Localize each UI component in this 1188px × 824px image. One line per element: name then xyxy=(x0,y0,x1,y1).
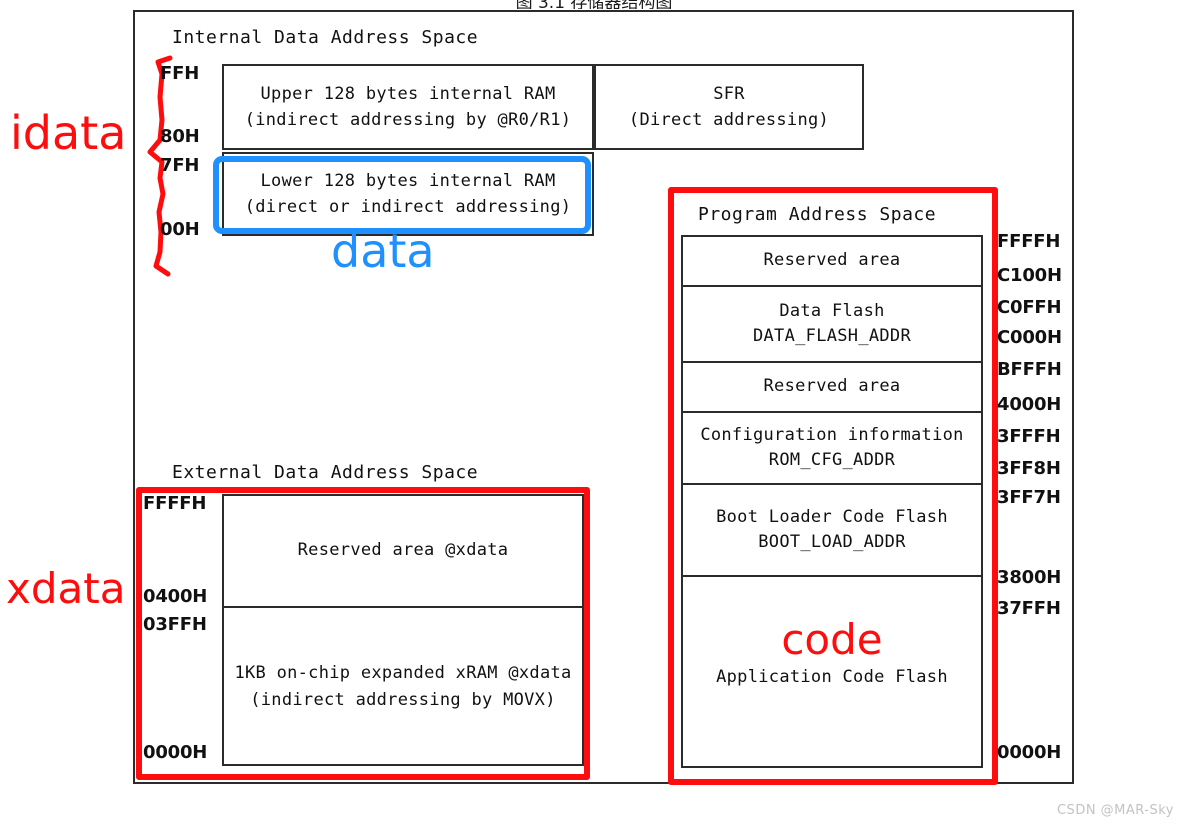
annotation-xdata: xdata xyxy=(6,564,126,613)
prog-row-4-line2: BOOT_LOAD_ADDR xyxy=(758,532,906,552)
xdata-row-1-line1: 1KB on-chip expanded xRAM @xdata xyxy=(234,662,572,683)
prog-row-2-line1: Reserved area xyxy=(763,376,901,397)
prog-row-config-info: Configuration information ROM_CFG_ADDR xyxy=(683,413,981,485)
program-addr-BFFFH: BFFFH xyxy=(997,359,1062,380)
program-addr-C0FFH: C0FFH xyxy=(997,297,1062,318)
xdata-row-0-line1: Reserved area @xdata xyxy=(297,540,509,561)
internal-addr-FFH: FFH xyxy=(160,63,200,84)
prog-row-4-line1: Boot Loader Code Flash xyxy=(716,506,948,527)
annotation-idata: idata xyxy=(10,106,127,160)
xdata-row-1-line2: (indirect addressing by MOVX) xyxy=(250,690,556,710)
prog-row-1-line1: Data Flash xyxy=(779,300,885,321)
internal-data-space-title: Internal Data Address Space xyxy=(172,27,479,48)
prog-row-5-line1: Application Code Flash xyxy=(716,667,948,687)
xdata-memory-table: Reserved area @xdata 1KB on-chip expande… xyxy=(222,494,584,766)
upper-internal-ram-line1: Upper 128 bytes internal RAM xyxy=(260,83,556,104)
internal-addr-7FH: 7FH xyxy=(160,155,200,176)
prog-row-3-line2: ROM_CFG_ADDR xyxy=(768,450,896,470)
program-memory-table: Reserved area Data Flash DATA_FLASH_ADDR… xyxy=(681,235,983,768)
xdata-row-reserved: Reserved area @xdata xyxy=(224,496,582,608)
internal-addr-80H: 80H xyxy=(160,126,200,147)
prog-row-1-line2: DATA_FLASH_ADDR xyxy=(752,326,912,346)
external-addr-FFFFH: FFFFH xyxy=(143,493,207,514)
lower-internal-ram-line1: Lower 128 bytes internal RAM xyxy=(260,170,556,191)
annotation-data: data xyxy=(331,224,435,278)
upper-internal-ram-box: Upper 128 bytes internal RAM (indirect a… xyxy=(222,64,594,150)
prog-row-application-code: code Application Code Flash xyxy=(683,577,981,770)
program-addr-3800H: 3800H xyxy=(997,567,1062,588)
program-addr-4000H: 4000H xyxy=(997,394,1062,415)
prog-row-boot-loader: Boot Loader Code Flash BOOT_LOAD_ADDR xyxy=(683,485,981,577)
program-addr-3FF8H: 3FF8H xyxy=(997,458,1061,479)
internal-addr-00H: 00H xyxy=(160,219,200,240)
external-addr-0400H: 0400H xyxy=(143,586,208,607)
program-addr-C100H: C100H xyxy=(997,265,1062,286)
program-addr-3FFFH: 3FFFH xyxy=(997,426,1061,447)
external-data-space-title: External Data Address Space xyxy=(172,462,479,483)
lower-internal-ram-line2: (direct or indirect addressing) xyxy=(244,197,572,217)
figure-caption-clipped: 图 3.1 存储器结构图 xyxy=(0,0,1188,9)
annotation-code: code xyxy=(781,615,883,664)
program-addr-0000H: 0000H xyxy=(997,742,1062,763)
figure-caption-text: 图 3.1 存储器结构图 xyxy=(516,0,673,9)
program-addr-FFFFH: FFFFH xyxy=(997,231,1061,252)
program-space-title: Program Address Space xyxy=(698,204,937,225)
program-addr-C000H: C000H xyxy=(997,327,1062,348)
prog-row-data-flash: Data Flash DATA_FLASH_ADDR xyxy=(683,287,981,363)
external-addr-03FFH: 03FFH xyxy=(143,614,207,635)
prog-row-0-line1: Reserved area xyxy=(763,250,901,271)
sfr-line2: (Direct addressing) xyxy=(628,110,830,130)
sfr-box: SFR (Direct addressing) xyxy=(594,64,864,150)
prog-row-reserved-mid: Reserved area xyxy=(683,363,981,413)
external-addr-0000H: 0000H xyxy=(143,742,208,763)
prog-row-reserved-top: Reserved area xyxy=(683,237,981,287)
sfr-line1: SFR xyxy=(713,83,745,104)
prog-row-3-line1: Configuration information xyxy=(700,424,964,445)
program-addr-37FFH: 37FFH xyxy=(997,598,1061,619)
upper-internal-ram-line2: (indirect addressing by @R0/R1) xyxy=(244,110,572,130)
csdn-watermark: CSDN @MAR-Sky xyxy=(1056,803,1174,818)
xdata-row-xram: 1KB on-chip expanded xRAM @xdata (indire… xyxy=(224,608,582,766)
program-addr-3FF7H: 3FF7H xyxy=(997,487,1061,508)
